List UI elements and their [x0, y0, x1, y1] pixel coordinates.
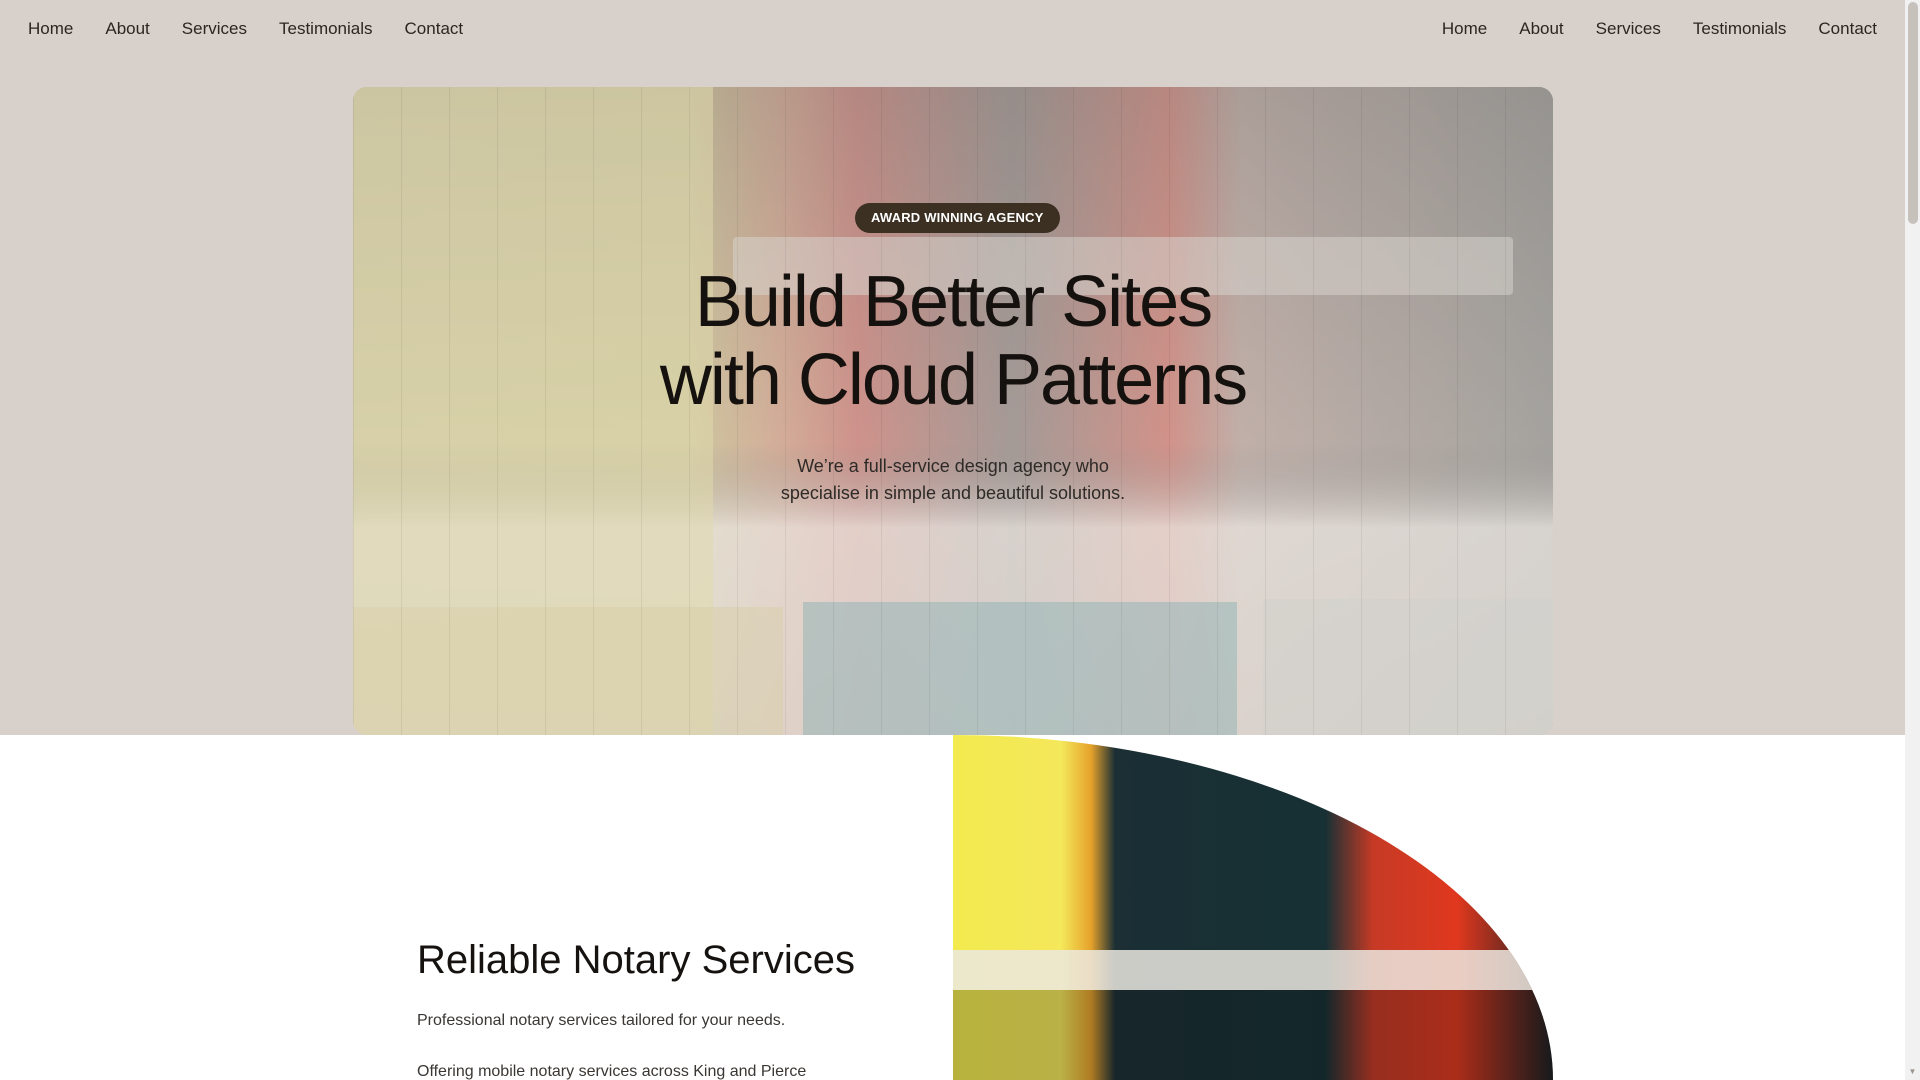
hero-title: Build Better Sites with Cloud Patterns	[353, 263, 1553, 419]
nav-testimonials-link[interactable]: Testimonials	[1693, 18, 1787, 40]
nav-contact-link[interactable]: Contact	[405, 18, 464, 40]
hero-title-line-1: Build Better Sites	[694, 262, 1213, 342]
nav-home-link[interactable]: Home	[1442, 18, 1487, 40]
nav-right: Home About Services Testimonials Contact	[1410, 18, 1877, 40]
section-paragraph-1: Professional notary services tailored fo…	[417, 1012, 786, 1029]
nav-services-link[interactable]: Services	[182, 18, 247, 40]
award-badge: AWARD WINNING AGENCY	[855, 203, 1060, 233]
scrollbar-thumb[interactable]	[1908, 2, 1918, 224]
hero-subtitle: We’re a full-service design agency who s…	[780, 456, 1126, 503]
nav-left: Home About Services Testimonials Contact	[28, 18, 495, 40]
section-title: Reliable Notary Services	[417, 938, 855, 982]
nav-home-link[interactable]: Home	[28, 18, 73, 40]
section-image	[953, 735, 1553, 1080]
page: Home About Services Testimonials Contact…	[0, 0, 1905, 1080]
scroll-down-arrow-icon[interactable]: ▼	[1908, 1068, 1917, 1076]
section-image-graphic	[953, 735, 1553, 1080]
hero-band: Home About Services Testimonials Contact…	[0, 0, 1905, 735]
hero-title-line-2: with Cloud Patterns	[659, 340, 1248, 420]
nav-services-link[interactable]: Services	[1596, 18, 1661, 40]
section-paragraph-2: Offering mobile notary services across K…	[417, 1063, 807, 1080]
nav-testimonials-link[interactable]: Testimonials	[279, 18, 373, 40]
nav-about-link[interactable]: About	[105, 18, 149, 40]
hero-card: AWARD WINNING AGENCY Build Better Sites …	[353, 87, 1553, 735]
nav-contact-link[interactable]: Contact	[1818, 18, 1877, 40]
scrollbar[interactable]: ▼	[1905, 0, 1920, 1080]
nav-about-link[interactable]: About	[1519, 18, 1563, 40]
